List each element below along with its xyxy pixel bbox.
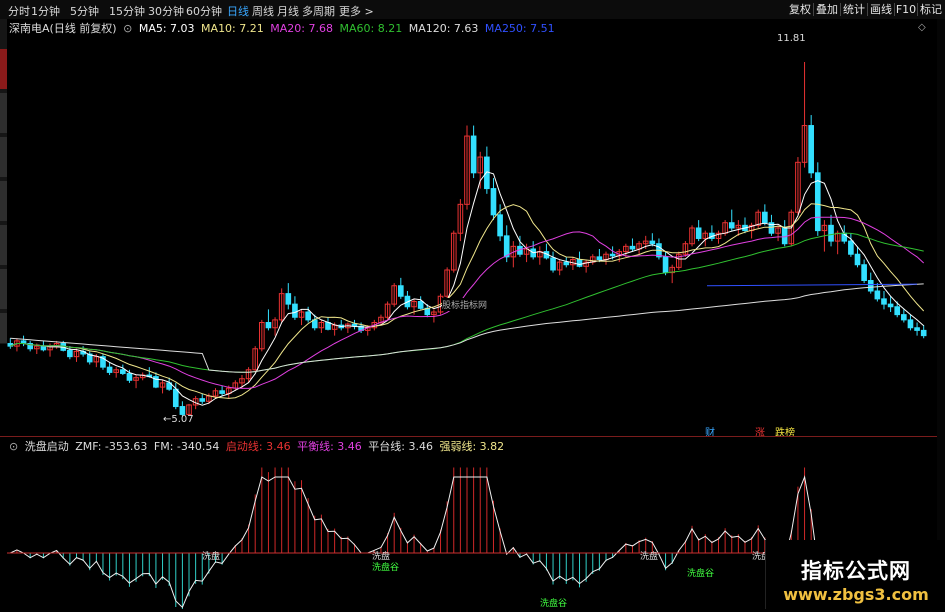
candle-down (881, 298, 887, 305)
candle-down (596, 256, 603, 260)
candle-down (867, 279, 874, 292)
candle-down (503, 235, 510, 258)
candle-down (854, 253, 861, 266)
candle-down (325, 322, 331, 330)
candle-down (550, 257, 556, 271)
timeframe-tab[interactable]: 60分钟 (186, 3, 222, 19)
candle-down (609, 253, 616, 257)
candle-down (907, 319, 914, 329)
toolbar: 分时 1分钟 5分钟 15分钟 30分钟 60分钟 日线 周线 月线 多周期 更… (0, 0, 945, 19)
candle-down (728, 222, 735, 229)
candle-down (848, 240, 854, 255)
candle-down (629, 245, 636, 250)
panel-divider (0, 436, 945, 437)
side-tab[interactable] (0, 93, 7, 133)
candle-down (662, 256, 669, 274)
ma250-line (706, 283, 918, 287)
candle-down (920, 329, 927, 337)
more-tab[interactable]: 更多 > (339, 3, 374, 19)
candle-down (874, 290, 881, 300)
side-tab[interactable] (0, 181, 7, 221)
brand-name: 指标公式网 (801, 559, 911, 583)
watermark-text: 股标指标网 (442, 298, 488, 311)
candle-down (305, 311, 311, 321)
wash-top-label: 洗盘 (640, 552, 659, 562)
timeframe-tab-active[interactable]: 日线 (227, 3, 249, 19)
candle-down (199, 398, 206, 402)
candle-down (695, 227, 702, 239)
candle-down (490, 188, 497, 216)
candle-down (265, 322, 272, 329)
candle-down (576, 258, 583, 267)
candle-down (219, 390, 225, 394)
candle-down (106, 366, 113, 373)
candle-down (40, 345, 47, 351)
candle-down (887, 303, 894, 308)
price-chart[interactable] (7, 34, 937, 436)
timeframe-tab[interactable]: 分时 (8, 3, 30, 19)
candle-down (292, 303, 298, 318)
side-tab[interactable] (0, 313, 7, 343)
wash-valley-label: 洗盘谷 (372, 563, 400, 573)
price-chart-svg (7, 62, 927, 416)
candle-down (808, 125, 814, 174)
side-tab[interactable] (0, 49, 7, 89)
draw-line-button[interactable]: 画线 (868, 2, 894, 17)
candle-down (126, 372, 133, 381)
low-price-label: ←5.07 (163, 414, 194, 425)
candle-down (172, 388, 179, 408)
side-tab[interactable] (0, 269, 7, 309)
candle-down (67, 349, 73, 358)
f10-button[interactable]: F10 (895, 2, 917, 17)
statistics-button[interactable]: 统计 (841, 2, 867, 17)
timeframe-tab[interactable]: 30分钟 (148, 3, 184, 19)
right-scroll-edge (937, 19, 945, 609)
candle-down (417, 301, 424, 309)
candle-down (762, 211, 768, 224)
side-tab[interactable] (0, 225, 7, 265)
candle-down (470, 135, 477, 174)
candle-down (914, 327, 920, 331)
high-price-label: 11.81 (777, 33, 806, 44)
wash-valley-label: 洗盘谷 (540, 599, 568, 609)
timeframe-tab[interactable]: 多周期 (302, 3, 335, 19)
timeframe-tab[interactable]: 月线 (277, 3, 299, 19)
brand-logo: 指标公式网 www.zbgs3.com (765, 540, 945, 609)
wash-valley-label: 洗盘谷 (687, 569, 715, 579)
overlay-button[interactable]: 叠加 (814, 2, 840, 17)
candle-down (563, 261, 570, 266)
candle-down (861, 264, 867, 281)
timeframe-tab[interactable]: 1分钟 (31, 3, 60, 19)
candle-down (894, 306, 901, 316)
candle-down (828, 224, 834, 242)
candle-down (901, 314, 907, 321)
mark-button[interactable]: 标记 (918, 2, 944, 17)
timeframe-tab[interactable]: 周线 (252, 3, 274, 19)
brand-url: www.zbgs3.com (783, 585, 929, 604)
diamond-icon[interactable]: ◇ (918, 22, 926, 33)
left-side-tabs[interactable] (0, 19, 7, 344)
side-tab[interactable] (0, 137, 7, 177)
indicator-legend: ⊙ 洗盘启动 ZMF: -353.63 FM: -340.54 启动线: 3.4… (9, 438, 507, 453)
candle-down (311, 319, 318, 329)
candle-down (285, 293, 292, 305)
candle-down (497, 214, 503, 237)
candle-down (120, 369, 126, 374)
wash-top-label: 洗盘 (202, 552, 221, 562)
timeframe-tab[interactable]: 5分钟 (70, 3, 99, 19)
main-chart-legend: 深南电A(日线 前复权) ⊙ MA5: 7.03 MA10: 7.21 MA20… (9, 20, 558, 35)
candle-down (397, 285, 404, 297)
timeframe-tab[interactable]: 15分钟 (109, 3, 145, 19)
candle-down (649, 240, 656, 245)
restore-rights-button[interactable]: 复权 (787, 2, 813, 17)
